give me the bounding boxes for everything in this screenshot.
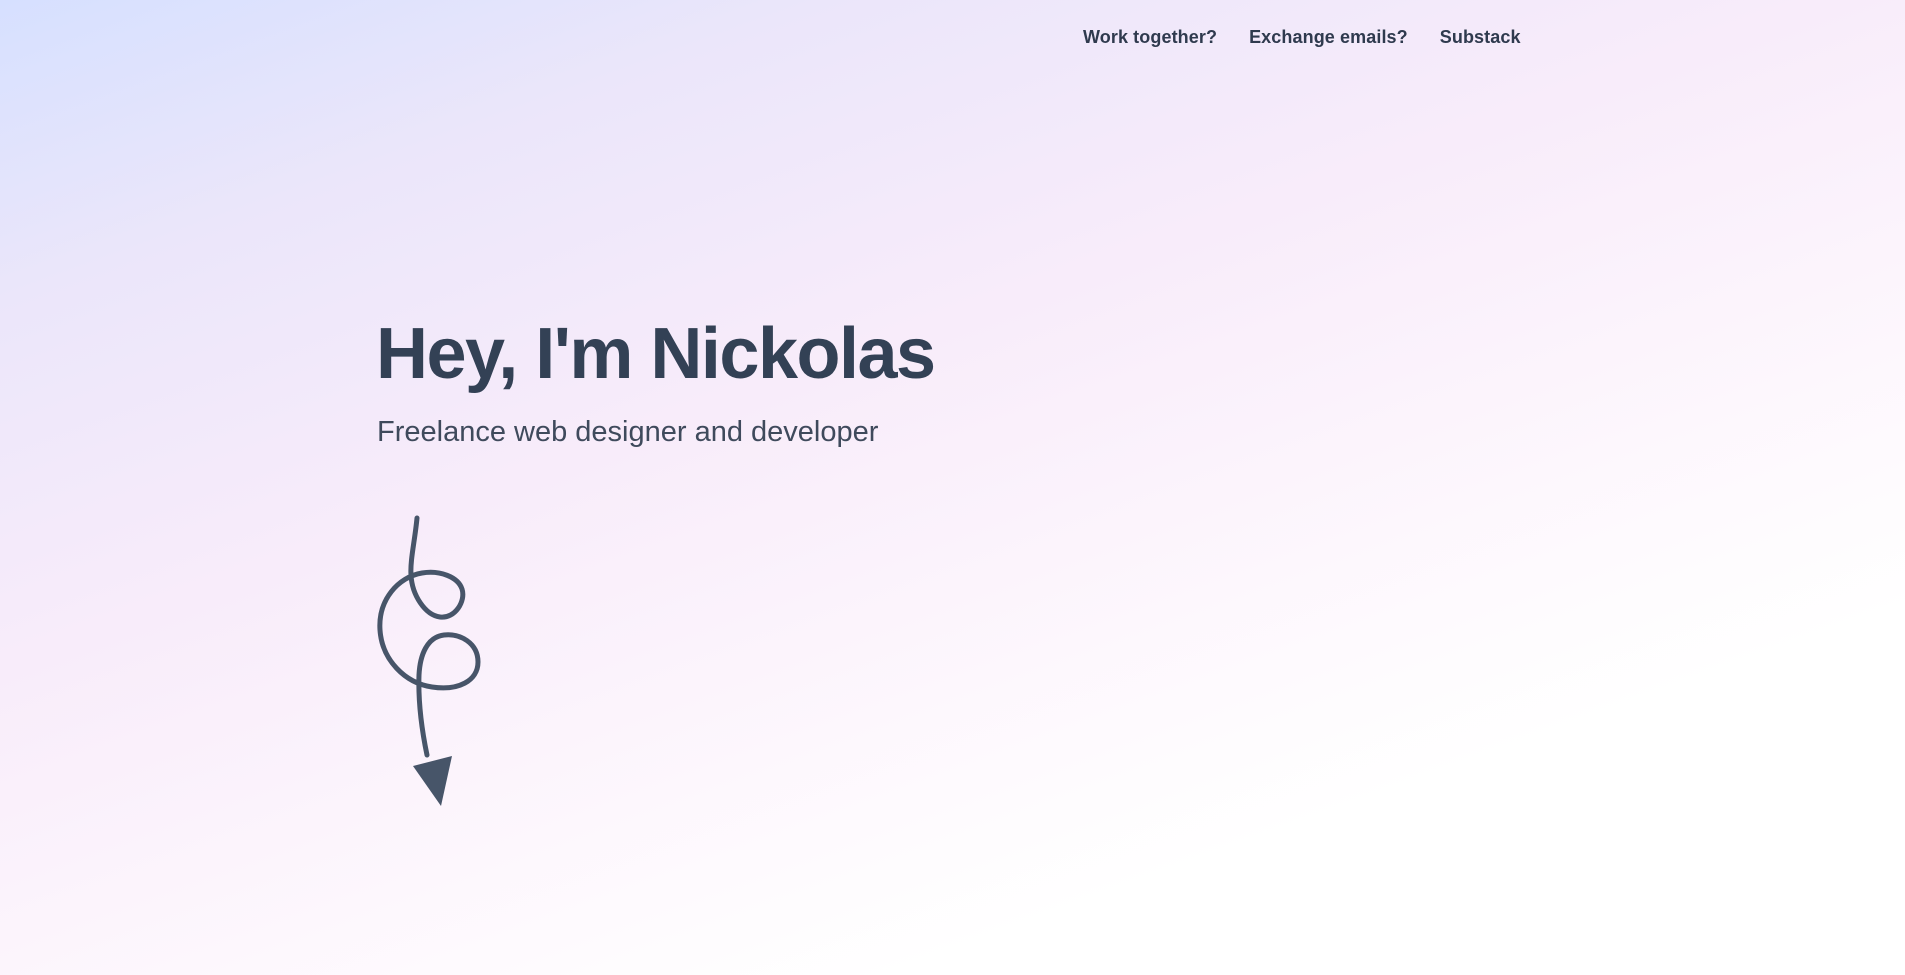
nav-link-work-together[interactable]: Work together? — [1083, 27, 1217, 48]
nav-link-substack[interactable]: Substack — [1440, 27, 1521, 48]
nav-link-exchange-emails[interactable]: Exchange emails? — [1249, 27, 1408, 48]
page-title: Hey, I'm Nickolas — [376, 314, 936, 394]
top-nav: Work together? Exchange emails? Substack — [1083, 27, 1521, 48]
page-subtitle: Freelance web designer and developer — [377, 416, 879, 448]
hand-drawn-arrow-down-icon — [377, 515, 481, 806]
hero-section: Hey, I'm Nickolas Freelance web designer… — [376, 314, 936, 449]
